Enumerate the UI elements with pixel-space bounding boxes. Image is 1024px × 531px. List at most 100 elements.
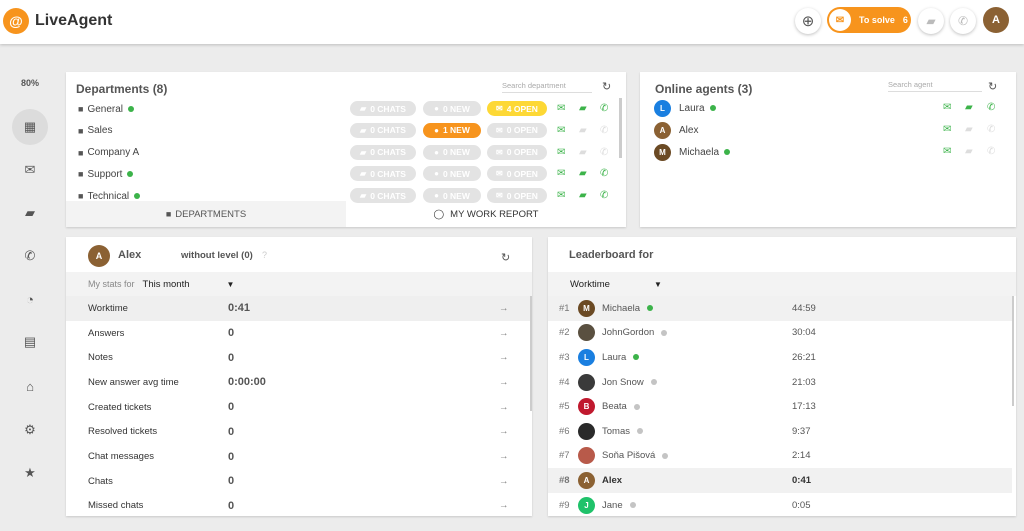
new-badge[interactable]: ● 0 NEW xyxy=(423,166,481,182)
chats-badge[interactable]: ▰ 0 CHATS xyxy=(350,144,416,160)
chat-icon[interactable]: ▰ xyxy=(579,103,587,114)
sidebar-item-dashboard[interactable]: ▦ xyxy=(12,109,48,145)
arrow-right-icon[interactable]: → xyxy=(499,500,509,511)
chat-icon[interactable]: ▰ xyxy=(965,124,973,135)
dropdown-arrow-icon[interactable]: ▼ xyxy=(227,280,235,289)
arrow-right-icon[interactable]: → xyxy=(499,303,509,314)
stat-row[interactable]: Created tickets 0 → xyxy=(66,395,530,420)
chats-badge[interactable]: ▰ 0 CHATS xyxy=(350,166,416,182)
stat-row[interactable]: Answers 0 → xyxy=(66,321,530,346)
phone-icon[interactable]: ✆ xyxy=(987,102,995,113)
chat-icon[interactable]: ▰ xyxy=(579,168,587,179)
add-button[interactable]: ⊕ xyxy=(795,8,821,34)
dropdown-arrow-icon[interactable]: ▼ xyxy=(654,280,662,289)
sidebar-item-settings[interactable]: ⚙ xyxy=(12,412,48,448)
chat-icon[interactable]: ▰ xyxy=(579,147,587,158)
arrow-right-icon[interactable]: → xyxy=(499,476,509,487)
chat-icon[interactable]: ▰ xyxy=(965,102,973,113)
chat-icon[interactable]: ▰ xyxy=(579,190,587,201)
arrow-right-icon[interactable]: → xyxy=(499,328,509,339)
rank: #9 xyxy=(559,499,570,511)
open-badge[interactable]: ✉ 0 OPEN xyxy=(487,166,547,182)
agent-name: Jon Snow xyxy=(602,376,644,388)
stat-row[interactable]: Resolved tickets 0 → xyxy=(66,420,530,445)
scrollbar[interactable] xyxy=(1012,296,1014,406)
chat-icon[interactable]: ▰ xyxy=(579,125,587,136)
mail-icon[interactable]: ✉ xyxy=(943,146,951,157)
refresh-icon[interactable]: ↻ xyxy=(501,251,510,264)
chats-badge[interactable]: ▰ 0 CHATS xyxy=(350,122,416,138)
tab-departments[interactable]: ■ DEPARTMENTS xyxy=(66,201,346,227)
help-icon[interactable]: ? xyxy=(262,250,267,260)
new-badge[interactable]: ● 0 NEW xyxy=(423,144,481,160)
to-solve-button[interactable]: ✉ To solve 6 xyxy=(827,7,911,33)
arrow-right-icon[interactable]: → xyxy=(499,377,509,388)
call-status-button[interactable]: ✆ xyxy=(950,8,976,34)
arrow-right-icon[interactable]: → xyxy=(499,426,509,437)
status-dot xyxy=(636,428,643,435)
mail-icon[interactable]: ✉ xyxy=(943,102,951,113)
sidebar-item-knowledgebase[interactable]: ⌂ xyxy=(12,368,48,404)
rank: #3 xyxy=(559,351,570,363)
sidebar-item-contacts[interactable]: ▤ xyxy=(12,324,48,360)
refresh-icon[interactable]: ↻ xyxy=(988,80,997,93)
mail-icon[interactable]: ✉ xyxy=(943,124,951,135)
open-icon: ✉ xyxy=(496,147,503,157)
phone-icon[interactable]: ✆ xyxy=(600,147,608,158)
mail-icon[interactable]: ✉ xyxy=(557,168,565,179)
sidebar-item-chat[interactable]: ▰ xyxy=(12,195,48,231)
agent-name: Jane xyxy=(602,499,623,511)
agent-avatar xyxy=(578,373,595,391)
new-badge[interactable]: ● 0 NEW xyxy=(423,101,481,116)
search-department-input[interactable]: Search department xyxy=(502,81,592,93)
stat-row[interactable]: Notes 0 → xyxy=(66,345,530,370)
agent-name-wrap: Beata xyxy=(602,401,640,412)
phone-icon[interactable]: ✆ xyxy=(987,124,995,135)
agent-name: Tomas xyxy=(602,425,630,437)
mail-icon[interactable]: ✉ xyxy=(557,103,565,114)
period-select[interactable]: This month xyxy=(143,279,227,290)
phone-icon[interactable]: ✆ xyxy=(600,103,608,114)
scrollbar[interactable] xyxy=(619,98,622,158)
open-badge[interactable]: ✉ 0 OPEN xyxy=(487,122,547,138)
metric-bar: Worktime ▼ xyxy=(548,272,1016,296)
online-dot xyxy=(128,106,135,112)
tab-my-work-report[interactable]: ◯ MY WORK REPORT xyxy=(346,201,626,227)
mail-icon[interactable]: ✉ xyxy=(557,190,565,201)
stat-row[interactable]: Chats 0 → xyxy=(66,469,530,494)
refresh-icon[interactable]: ↻ xyxy=(602,80,611,93)
arrow-right-icon[interactable]: → xyxy=(499,451,509,462)
stat-row[interactable]: Worktime 0:41 → xyxy=(66,296,530,321)
sidebar-item-star[interactable]: ★ xyxy=(12,455,48,491)
online-dot xyxy=(127,171,134,178)
stat-value: 0 xyxy=(228,499,235,512)
search-agent-input[interactable]: Search agent xyxy=(888,80,982,92)
chat-status-button[interactable]: ▰ xyxy=(918,8,944,34)
agent-avatar xyxy=(578,447,595,465)
scrollbar[interactable] xyxy=(530,296,532,411)
logo[interactable]: @ LiveAgent xyxy=(0,8,112,34)
mail-icon[interactable]: ✉ xyxy=(557,125,565,136)
sidebar-item-reports[interactable]: ◔ xyxy=(12,281,48,317)
phone-icon[interactable]: ✆ xyxy=(987,146,995,157)
new-badge[interactable]: ● 1 NEW xyxy=(423,122,481,138)
open-badge[interactable]: ✉ 4 OPEN xyxy=(487,101,547,116)
phone-icon[interactable]: ✆ xyxy=(600,125,608,136)
phone-icon[interactable]: ✆ xyxy=(600,190,608,201)
stat-value: 0 xyxy=(228,401,235,414)
stat-row[interactable]: Chat messages 0 → xyxy=(66,444,530,469)
sidebar-item-mail[interactable]: ✉ xyxy=(12,152,48,188)
mail-icon[interactable]: ✉ xyxy=(557,147,565,158)
metric-select[interactable]: Worktime xyxy=(570,279,654,290)
user-avatar[interactable]: A xyxy=(983,7,1009,33)
stat-row[interactable]: Missed chats 0 → xyxy=(66,494,530,516)
arrow-right-icon[interactable]: → xyxy=(499,402,509,413)
arrow-right-icon[interactable]: → xyxy=(499,352,509,363)
sidebar-item-phone[interactable]: ✆ xyxy=(12,238,48,274)
chats-badge[interactable]: ▰ 0 CHATS xyxy=(350,101,416,116)
open-badge[interactable]: ✉ 0 OPEN xyxy=(487,144,547,160)
phone-icon[interactable]: ✆ xyxy=(600,168,608,179)
chat-icon[interactable]: ▰ xyxy=(965,146,973,157)
agent-name: JohnGordon xyxy=(602,327,655,339)
stat-row[interactable]: New answer avg time 0:00:00 → xyxy=(66,370,530,395)
